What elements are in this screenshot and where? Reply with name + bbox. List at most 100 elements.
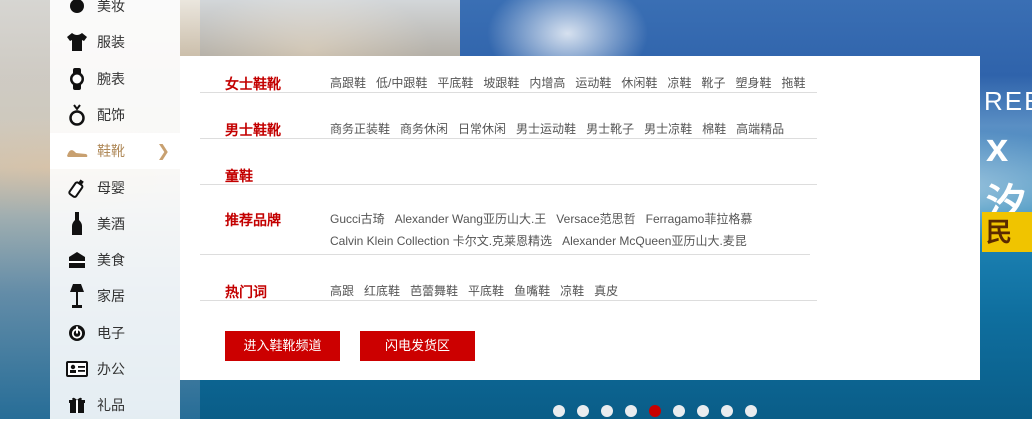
chevron-right-icon: ❯ xyxy=(156,141,170,161)
category-link[interactable]: 红底鞋 xyxy=(364,284,400,298)
id-card-icon xyxy=(66,358,88,380)
category-link[interactable]: 运动鞋 xyxy=(575,76,611,90)
sidebar-item-8[interactable]: 家居 xyxy=(50,278,180,314)
banner-text-3: 民 xyxy=(982,212,1032,252)
sidebar-item-label: 服装 xyxy=(97,34,125,51)
category-link[interactable]: 棉鞋 xyxy=(702,122,726,136)
category-row-title[interactable]: 推荐品牌 xyxy=(225,210,281,230)
carousel-dot[interactable] xyxy=(745,405,757,417)
lipstick-icon xyxy=(66,0,88,17)
sidebar-item-4[interactable]: 鞋靴 ❯ xyxy=(50,133,180,170)
carousel-dot[interactable] xyxy=(553,405,565,417)
category-links: 高跟鞋 低/中跟鞋 平底鞋 坡跟鞋 内增高 运动鞋 休闲鞋 凉鞋 靴子 塑身鞋 拖鞋 xyxy=(330,72,817,94)
carousel-dots xyxy=(553,405,757,417)
category-flyout-panel: 进入鞋靴频道 闪电发货区 女士鞋靴 高跟鞋 低/中跟鞋 平底鞋 坡跟鞋 内增高 运动鞋 休闲鞋… xyxy=(180,56,980,380)
watch-icon xyxy=(66,67,88,90)
link-line: 高跟 红底鞋 芭蕾舞鞋 平底鞋 鱼嘴鞋 凉鞋 真皮 xyxy=(330,280,817,302)
wine-bottle-icon xyxy=(66,211,88,235)
category-row: 推荐品牌 Gucci古琦 Alexander Wang亚历山大.王 Versace范思… xyxy=(200,204,810,255)
link-line: 高跟鞋 低/中跟鞋 平底鞋 坡跟鞋 内增高 运动鞋 休闲鞋 凉鞋 靴子 塑身鞋 拖鞋 xyxy=(330,72,817,94)
lamp-icon xyxy=(66,284,88,309)
sidebar-item-label: 配饰 xyxy=(97,106,125,123)
sidebar-item-1[interactable]: 服装 xyxy=(50,24,180,60)
category-link[interactable]: 平底鞋 xyxy=(468,284,504,298)
link-line: Gucci古琦 Alexander Wang亚历山大.王 Versace范思哲 Fer… xyxy=(330,208,810,230)
category-link[interactable]: 鱼嘴鞋 xyxy=(514,284,550,298)
carousel-dot[interactable] xyxy=(577,405,589,417)
category-row-title[interactable]: 男士鞋靴 xyxy=(225,120,281,140)
category-link[interactable]: 拖鞋 xyxy=(781,76,805,90)
power-icon xyxy=(66,322,88,344)
sidebar-item-5[interactable]: 母婴 xyxy=(50,170,180,206)
category-row-title[interactable]: 童鞋 xyxy=(225,166,253,186)
category-link[interactable]: 靴子 xyxy=(701,76,725,90)
category-link[interactable]: 内增高 xyxy=(529,76,565,90)
sidebar-item-label: 鞋靴 xyxy=(97,143,125,160)
sidebar-item-label: 腕表 xyxy=(97,70,125,87)
sidebar-item-11[interactable]: 礼品 xyxy=(50,387,180,423)
category-row-title[interactable]: 热门词 xyxy=(225,282,267,302)
category-row: 男士鞋靴 商务正装鞋 商务休闲 日常休闲 男士运动鞋 男士靴子 男士凉鞋 棉鞋 高端精品 xyxy=(200,112,817,139)
sidebar-item-label: 美酒 xyxy=(97,215,125,232)
category-link[interactable]: 真皮 xyxy=(594,284,618,298)
category-row: 热门词 高跟 红底鞋 芭蕾舞鞋 平底鞋 鱼嘴鞋 凉鞋 真皮 xyxy=(200,276,817,301)
tshirt-icon xyxy=(66,31,88,53)
category-link[interactable]: 凉鞋 xyxy=(667,76,691,90)
enter-channel-button[interactable]: 进入鞋靴频道 xyxy=(225,331,340,361)
category-row: 女士鞋靴 高跟鞋 低/中跟鞋 平底鞋 坡跟鞋 内增高 运动鞋 休闲鞋 凉鞋 靴子 塑身鞋 拖鞋 xyxy=(200,66,817,93)
category-links: 商务正装鞋 商务休闲 日常休闲 男士运动鞋 男士靴子 男士凉鞋 棉鞋 高端精品 xyxy=(330,118,817,140)
category-link[interactable]: 高跟 xyxy=(330,284,354,298)
sidebar-item-7[interactable]: 美食 xyxy=(50,242,180,278)
baby-bottle-icon xyxy=(66,177,88,199)
ring-icon xyxy=(66,104,88,126)
gift-icon xyxy=(66,394,88,416)
carousel-dot[interactable] xyxy=(625,405,637,417)
sidebar-item-label: 家居 xyxy=(97,288,125,305)
category-link[interactable]: Calvin Klein Collection 卡尔文.克莱恩精选 xyxy=(330,234,552,248)
banner-text-1: REEC xyxy=(984,86,1032,116)
flash-delivery-button[interactable]: 闪电发货区 xyxy=(360,331,475,361)
sidebar-item-6[interactable]: 美酒 xyxy=(50,206,180,242)
shoe-icon xyxy=(66,140,88,162)
category-link[interactable]: 商务休闲 xyxy=(400,122,448,136)
category-link[interactable]: Gucci古琦 xyxy=(330,212,385,226)
category-row-title[interactable]: 女士鞋靴 xyxy=(225,74,281,94)
sidebar-item-2[interactable]: 腕表 xyxy=(50,61,180,97)
category-link[interactable]: 休闲鞋 xyxy=(621,76,657,90)
sidebar-item-label: 美妆 xyxy=(97,0,125,14)
category-link[interactable]: Alexander Wang亚历山大.王 xyxy=(395,212,547,226)
carousel-dot[interactable] xyxy=(697,405,709,417)
sidebar-item-label: 电子 xyxy=(97,324,125,341)
carousel-dot[interactable] xyxy=(601,405,613,417)
sidebar-item-label: 礼品 xyxy=(97,397,125,414)
category-link[interactable]: 芭蕾舞鞋 xyxy=(410,284,458,298)
category-link[interactable]: 日常休闲 xyxy=(458,122,506,136)
category-sidebar: 美妆服装腕表配饰鞋靴 ❯ 母婴美酒美食家居电子办公礼品 xyxy=(50,0,180,419)
category-link[interactable]: 商务正装鞋 xyxy=(330,122,390,136)
carousel-dot[interactable] xyxy=(673,405,685,417)
category-links: Gucci古琦 Alexander Wang亚历山大.王 Versace范思哲 Fer… xyxy=(330,208,810,252)
category-link[interactable]: 男士凉鞋 xyxy=(644,122,692,136)
sidebar-item-10[interactable]: 办公 xyxy=(50,351,180,387)
category-link[interactable]: 男士运动鞋 xyxy=(516,122,576,136)
carousel-dot[interactable] xyxy=(721,405,733,417)
category-link[interactable]: 低/中跟鞋 xyxy=(376,76,427,90)
category-link[interactable]: 塑身鞋 xyxy=(735,76,771,90)
category-link[interactable]: Ferragamo菲拉格慕 xyxy=(646,212,753,226)
category-link[interactable]: 男士靴子 xyxy=(586,122,634,136)
category-link[interactable]: 高跟鞋 xyxy=(330,76,366,90)
category-link[interactable]: 坡跟鞋 xyxy=(483,76,519,90)
category-link[interactable]: Versace范思哲 xyxy=(556,212,635,226)
category-link[interactable]: Alexander McQueen亚历山大.麦昆 xyxy=(562,234,747,248)
sidebar-item-9[interactable]: 电子 xyxy=(50,315,180,351)
carousel-dot[interactable] xyxy=(649,405,661,417)
category-links: 高跟 红底鞋 芭蕾舞鞋 平底鞋 鱼嘴鞋 凉鞋 真皮 xyxy=(330,280,817,302)
category-link[interactable]: 平底鞋 xyxy=(437,76,473,90)
category-row: 童鞋 xyxy=(200,158,817,185)
sidebar-item-0[interactable]: 美妆 xyxy=(50,0,180,24)
category-link[interactable]: 凉鞋 xyxy=(560,284,584,298)
link-line: Calvin Klein Collection 卡尔文.克莱恩精选 Alexand… xyxy=(330,230,810,252)
category-link[interactable]: 高端精品 xyxy=(736,122,784,136)
sidebar-item-label: 母婴 xyxy=(97,179,125,196)
sidebar-item-3[interactable]: 配饰 xyxy=(50,97,180,133)
